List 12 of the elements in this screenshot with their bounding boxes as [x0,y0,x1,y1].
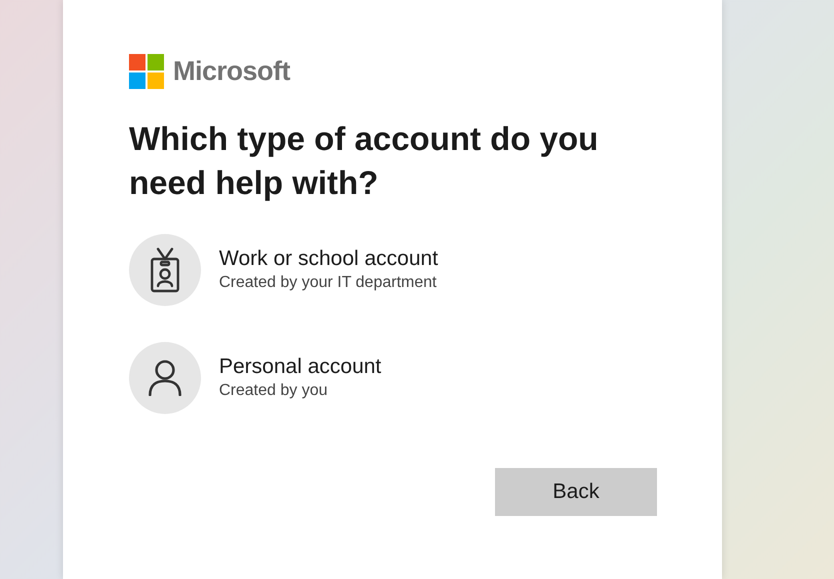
heading: Which type of account do you need help with? [129,118,600,203]
back-button[interactable]: Back [495,468,657,516]
option-title: Personal account [219,354,382,380]
logo-wordmark: Microsoft [173,55,290,88]
account-option[interactable]: Personal account Created by you [129,342,657,414]
person-icon [148,360,182,396]
id-badge-icon [150,246,180,292]
option-subtitle: Created by you [219,380,329,400]
account-option[interactable]: Work or school account Created by your IT department [129,234,657,306]
option-subtitle: Created by your IT department [219,272,438,292]
option-title: Work or school account [219,246,438,272]
logo-icon [129,54,164,89]
